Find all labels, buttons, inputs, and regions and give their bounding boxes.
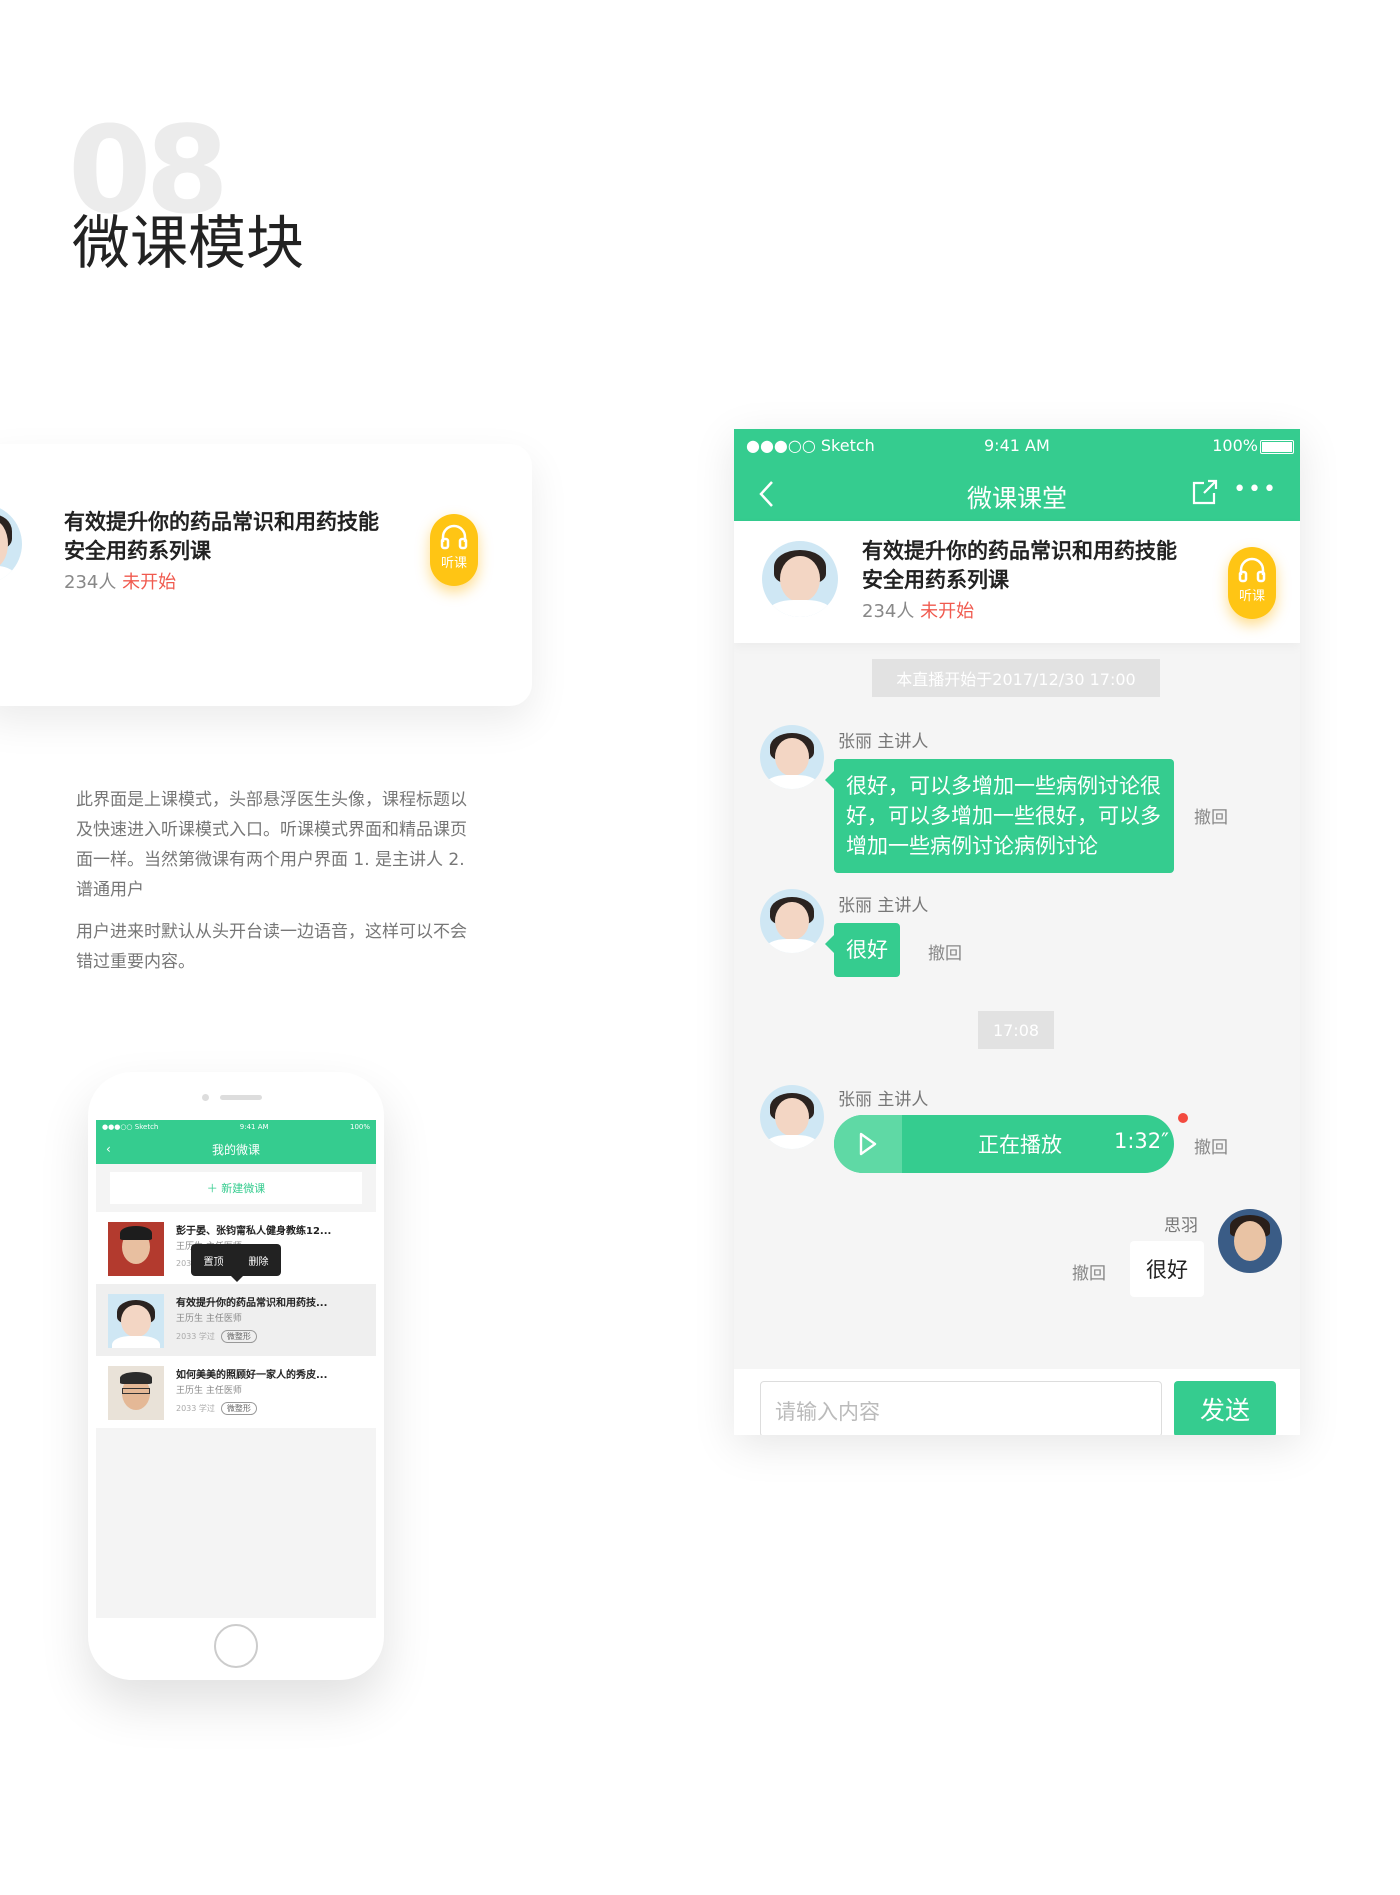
status-bar: ●●●○○ Sketch 9:41 AM 100% [734, 429, 1300, 467]
status-time: 9:41 AM [984, 436, 1050, 455]
battery-label: 100% [1212, 436, 1258, 455]
course-status: 未开始 [122, 572, 177, 593]
phone-mockup-my-courses: ●●●○○ Sketch 9:41 AM 100% ‹ 我的微课 ＋ 新建微课 … [88, 1072, 384, 1680]
description-para-2: 用户进来时默认从头开台读一边语音，这样可以不会错过重要内容。 [76, 922, 467, 972]
speaker-avatar[interactable] [760, 725, 824, 789]
more-icon[interactable]: ••• [1233, 477, 1278, 502]
recall-button[interactable]: 撤回 [1194, 1133, 1228, 1158]
message-bubble: 很好 [825, 923, 900, 977]
status-bar: ●●●○○ Sketch 9:41 AM 100% [96, 1120, 376, 1134]
item-author: 王历生 主任医师 [176, 1386, 242, 1396]
doctor-thumbnail [108, 1222, 164, 1276]
speaker-avatar[interactable] [760, 889, 824, 953]
description-para-1: 此界面是上课模式，头部悬浮医生头像，课程标题以及快速进入听课模式入口。听课模式界… [76, 790, 467, 900]
status-time: 9:41 AM [239, 1123, 269, 1131]
delete-button[interactable]: 删除 [249, 1253, 269, 1268]
nav-bar: ‹ 我的微课 [96, 1134, 376, 1164]
unread-dot [1178, 1113, 1188, 1123]
timestamp-chip: 17:08 [978, 1011, 1054, 1049]
course-meta: 234人 未开始 [64, 568, 176, 594]
item-meta: 2033 学过 微整形 [176, 1330, 257, 1343]
recall-button[interactable]: 撤回 [928, 939, 962, 964]
item-title: 彭于晏、张钧甯私人健身教练12... [176, 1226, 332, 1237]
input-bar: 请输入内容 发送 [734, 1369, 1300, 1435]
attendee-count: 234人 [64, 572, 117, 593]
doctor-avatar [762, 541, 838, 617]
item-context-menu: 置顶 删除 [191, 1244, 281, 1282]
phone-camera [202, 1094, 209, 1101]
listen-label: 听课 [440, 556, 467, 571]
listen-label: 听课 [1238, 589, 1265, 604]
list-item[interactable]: 如何美美的照顾好一家人的秀皮... 王历生 主任医师 2033 学过 微整形 [96, 1356, 376, 1428]
list-item[interactable]: 彭于晏、张钧甯私人健身教练12... 王历生 主任医师 2033 学过 置顶 删… [96, 1212, 376, 1284]
home-button[interactable] [214, 1624, 258, 1668]
course-header-card: 有效提升你的药品常识和用药技能 安全用药系列课 234人 未开始 听课 [0, 444, 532, 706]
nav-bar: 微课课堂 ••• [734, 467, 1300, 521]
speaker-name: 张丽 主讲人 [838, 1090, 929, 1110]
doctor-thumbnail [108, 1294, 164, 1348]
user-avatar[interactable] [1218, 1209, 1282, 1273]
send-button[interactable]: 发送 [1174, 1381, 1276, 1435]
course-title: 有效提升你的药品常识和用药技能 安全用药系列课 [862, 539, 1177, 592]
classroom-screen: ●●●○○ Sketch 9:41 AM 100% 微课课堂 ••• 有效提升你… [734, 429, 1300, 1435]
message-input[interactable]: 请输入内容 [760, 1381, 1162, 1435]
phone-speaker [220, 1095, 262, 1100]
section-title: 微课模块 [72, 209, 305, 277]
module-description: 此界面是上课模式，头部悬浮医生头像，课程标题以及快速进入听课模式入口。听课模式界… [76, 785, 476, 977]
course-meta: 234人 未开始 [862, 597, 974, 623]
voice-status: 正在播放 [978, 1133, 1062, 1157]
back-icon[interactable]: ‹ [106, 1142, 111, 1156]
message-bubble: 很好，可以多增加一些病例讨论很好，可以多增加一些很好，可以多增加一些病例讨论病例… [825, 759, 1174, 873]
list-item[interactable]: 有效提升你的药品常识和用药技... 王历生 主任医师 2033 学过 微整形 [96, 1284, 376, 1356]
user-name: 思羽 [1164, 1216, 1198, 1236]
nav-title: 我的微课 [211, 1142, 260, 1157]
battery-icon [1260, 440, 1294, 454]
doctor-thumbnail [108, 1366, 164, 1420]
item-meta: 2033 学过 微整形 [176, 1402, 257, 1415]
speaker-name: 张丽 主讲人 [838, 896, 929, 916]
speaker-name: 张丽 主讲人 [838, 732, 929, 752]
listen-button[interactable]: 听课 [430, 514, 478, 586]
battery-label: 100% [349, 1123, 370, 1131]
play-icon[interactable] [858, 1132, 878, 1156]
carrier-label: ●●●○○ Sketch [102, 1123, 159, 1131]
user-message-bubble: 很好 [1130, 1241, 1204, 1297]
listen-button[interactable]: 听课 [1228, 547, 1276, 619]
speaker-avatar[interactable] [760, 1085, 824, 1149]
recall-button[interactable]: 撤回 [1194, 803, 1228, 828]
carrier-label: ●●●○○ Sketch [746, 436, 875, 455]
headphones-icon [440, 524, 468, 550]
attendee-count: 234人 [862, 601, 915, 622]
headphones-icon [1238, 557, 1266, 583]
voice-duration: 1:32″ [1114, 1129, 1170, 1153]
pin-button[interactable]: 置顶 [204, 1253, 224, 1268]
recall-button[interactable]: 撤回 [1072, 1259, 1106, 1284]
item-tag: 微整形 [220, 1330, 257, 1343]
new-course-button[interactable]: ＋ 新建微课 [110, 1172, 362, 1204]
course-header: 有效提升你的药品常识和用药技能 安全用药系列课 234人 未开始 听课 [734, 521, 1300, 643]
item-title: 有效提升你的药品常识和用药技... [176, 1298, 328, 1309]
course-title: 有效提升你的药品常识和用药技能 安全用药系列课 [64, 510, 379, 563]
doctor-avatar [0, 504, 22, 584]
phone-screen: ●●●○○ Sketch 9:41 AM 100% ‹ 我的微课 ＋ 新建微课 … [96, 1120, 376, 1618]
share-icon[interactable] [1190, 477, 1220, 507]
item-tag: 微整形 [220, 1402, 257, 1415]
item-author: 王历生 主任医师 [176, 1314, 242, 1324]
item-title: 如何美美的照顾好一家人的秀皮... [176, 1370, 328, 1381]
voice-message[interactable]: 正在播放 1:32″ [834, 1115, 1174, 1173]
live-start-notice: 本直播开始于2017/12/30 17:00 [872, 659, 1160, 697]
course-status: 未开始 [920, 601, 975, 622]
